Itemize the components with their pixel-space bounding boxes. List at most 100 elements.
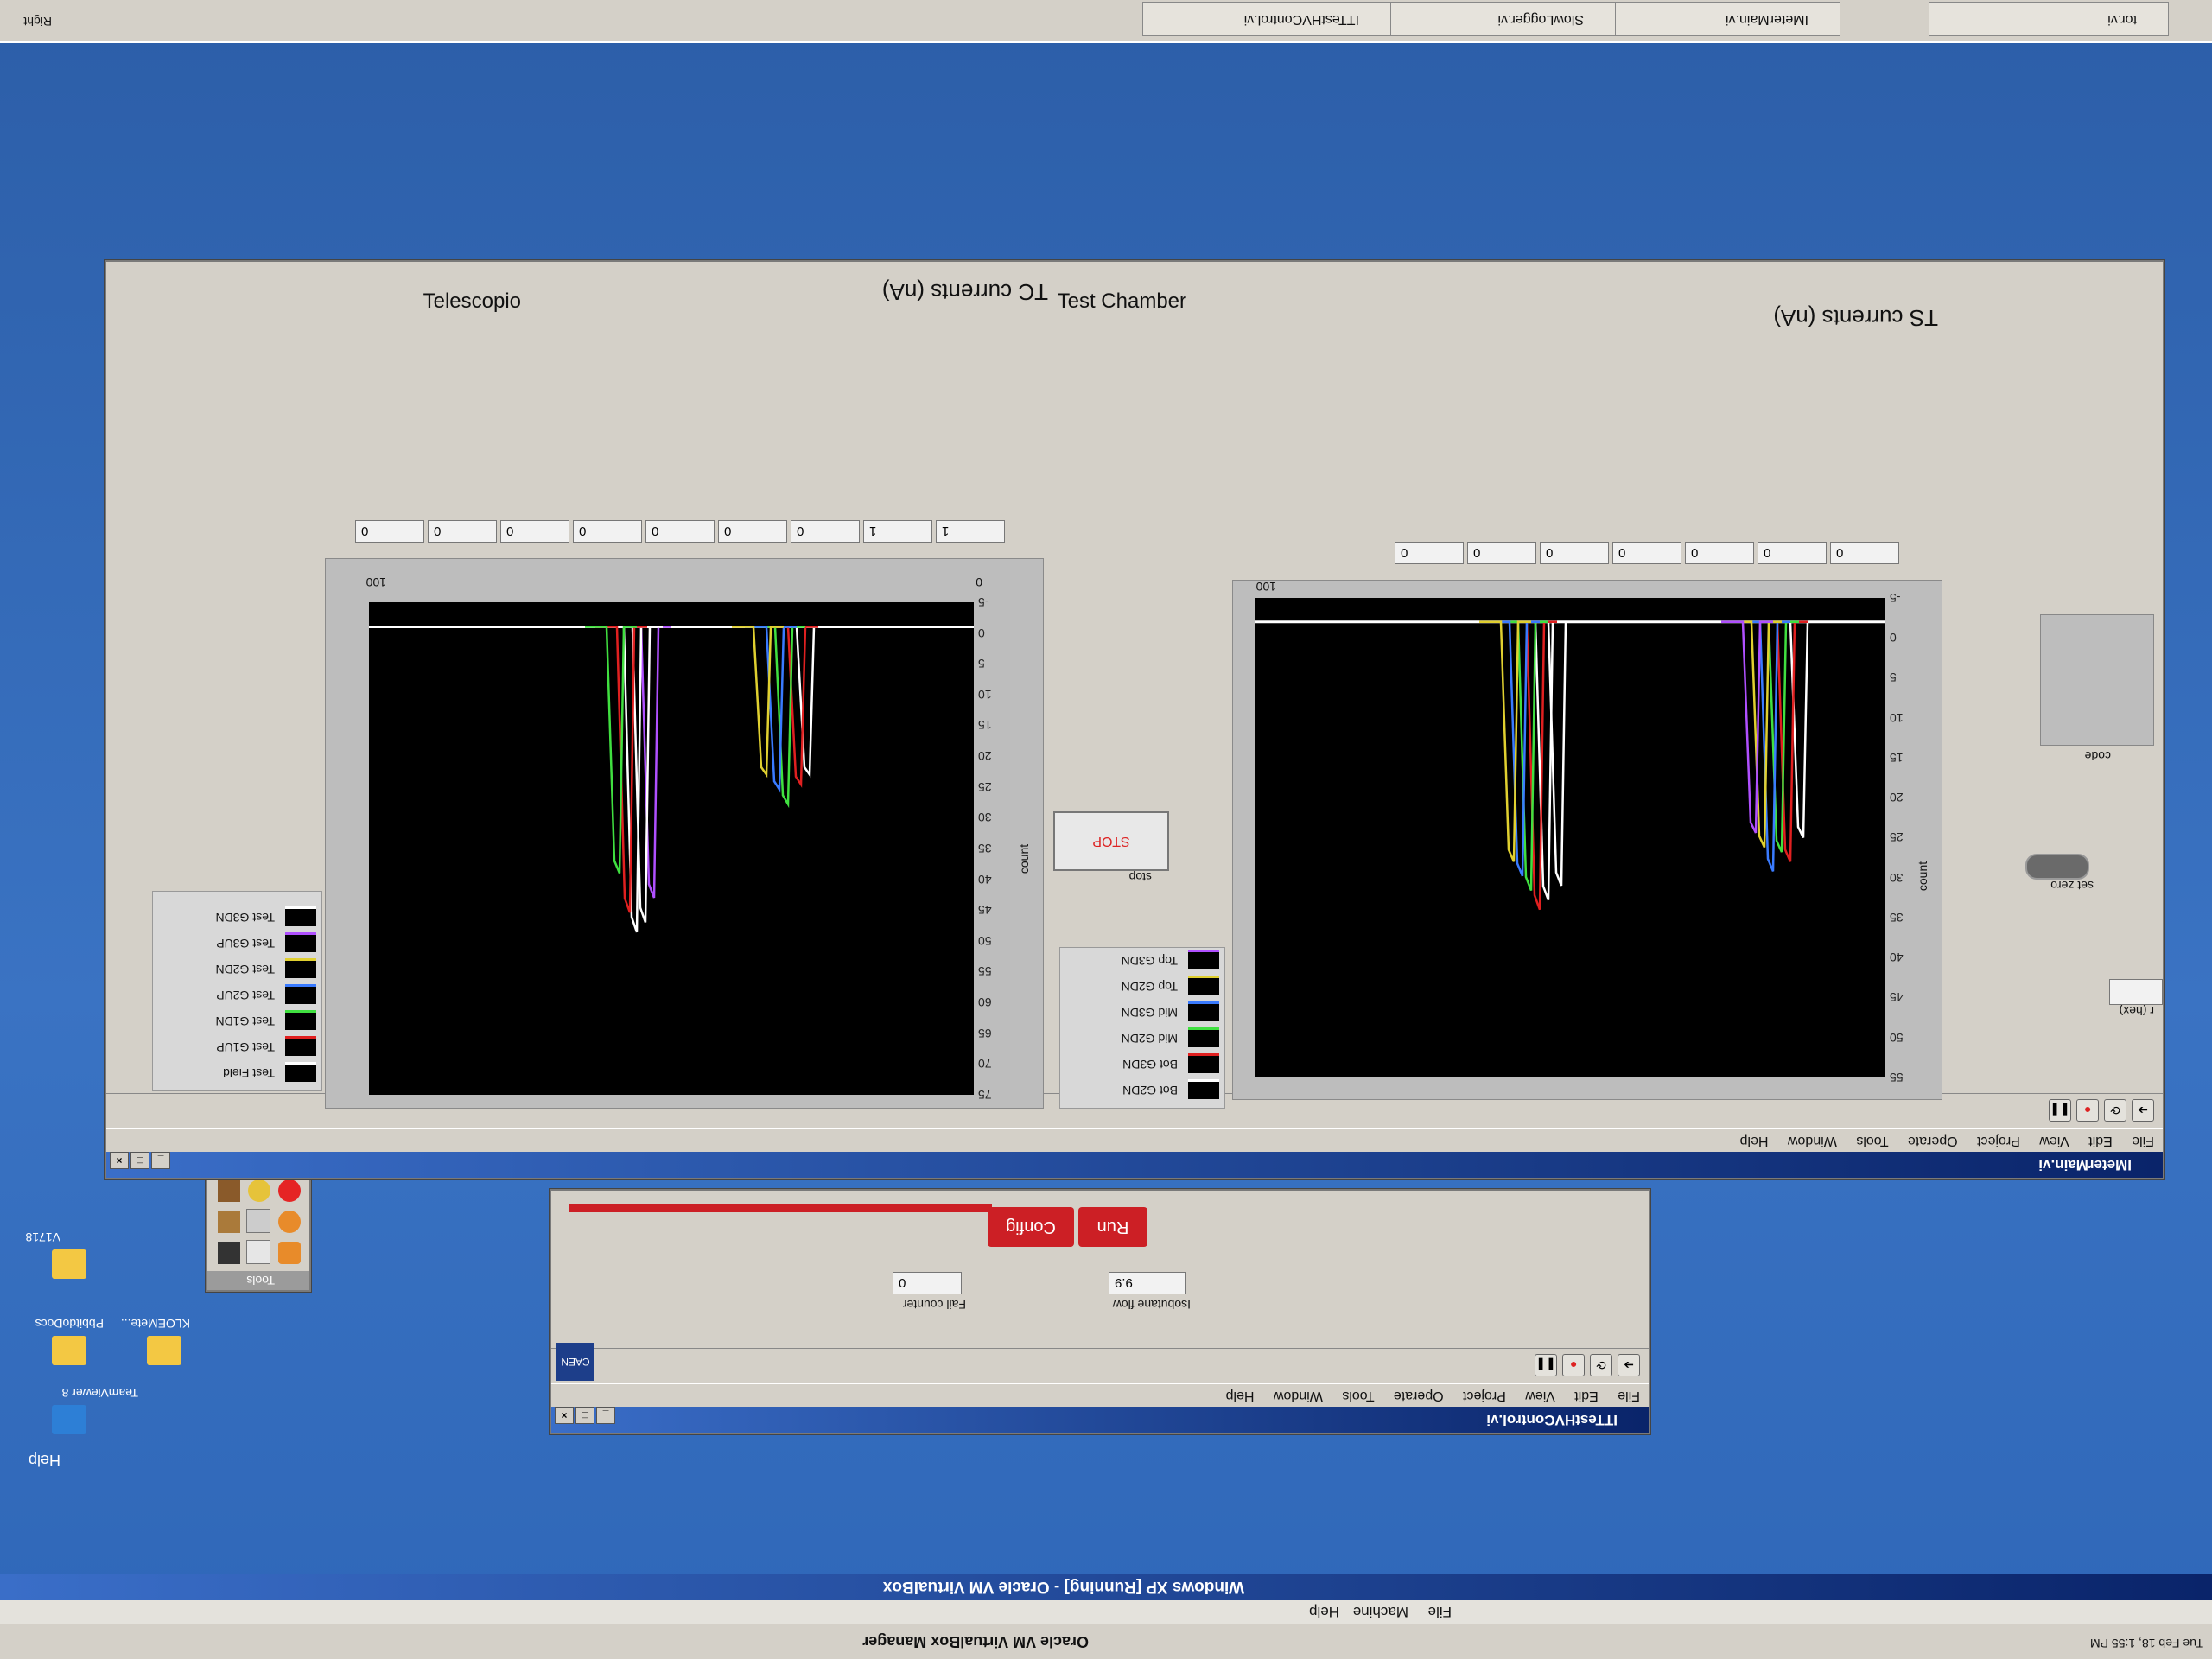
- isobutane-input[interactable]: 9.9: [1109, 1272, 1186, 1294]
- legend-label: Test Field: [223, 1066, 275, 1080]
- maximize-icon[interactable]: □: [575, 1407, 594, 1424]
- hv-menubar: File Edit View Project Operate Tools Win…: [551, 1384, 1649, 1407]
- hv-menu-tools[interactable]: Tools: [1342, 1389, 1374, 1403]
- color-copy-tool-icon[interactable]: [218, 1179, 240, 1202]
- legend-swatch: [1188, 1079, 1219, 1100]
- y-tick-label: 35: [1890, 911, 1904, 925]
- y-tick-label: 15: [1890, 751, 1904, 765]
- config-button[interactable]: Config: [988, 1207, 1074, 1247]
- shortcut-tool-icon[interactable]: [218, 1211, 240, 1233]
- run-button[interactable]: Run: [1078, 1207, 1147, 1247]
- imeter-window-controls[interactable]: _□×: [110, 1148, 172, 1174]
- taskbar-item-hvcontrol[interactable]: ITTestHVControl.vi: [1142, 2, 1391, 36]
- legend-swatch: [1188, 1053, 1219, 1074]
- vbox-menu-help[interactable]: Help: [1309, 1603, 1339, 1620]
- current-value-box: 0: [500, 520, 569, 543]
- current-value-box: 1: [936, 520, 1005, 543]
- abort-icon[interactable]: ●: [2076, 1099, 2099, 1122]
- object-tool-icon[interactable]: [278, 1211, 301, 1233]
- y-tick-label: 40: [978, 872, 992, 887]
- hv-menu-window[interactable]: Window: [1274, 1389, 1323, 1403]
- pause-icon[interactable]: ❚❚: [2049, 1099, 2071, 1122]
- imeter-menu-project[interactable]: Project: [1977, 1134, 2020, 1148]
- teamviewer-icon[interactable]: [52, 1405, 86, 1434]
- fail-counter-label: Fail counter: [902, 1298, 966, 1312]
- legend-item: Test G2UP: [216, 983, 316, 1007]
- minimize-icon[interactable]: _: [596, 1407, 615, 1424]
- text-tool-icon[interactable]: [218, 1242, 240, 1264]
- operate-tool-icon[interactable]: [278, 1242, 301, 1264]
- y-tick-label: 0: [1890, 631, 1897, 645]
- legend-label: Top G2DN: [1121, 980, 1178, 994]
- position-tool-icon[interactable]: [246, 1240, 270, 1264]
- virtualbox-manager-title: Oracle VM VirtualBox Manager: [862, 1633, 1089, 1650]
- imeter-menu-window[interactable]: Window: [1788, 1134, 1837, 1148]
- taskbar-item-imetermain[interactable]: IMeterMain.vi: [1592, 2, 1840, 36]
- hv-menu-help[interactable]: Help: [1226, 1389, 1255, 1403]
- taskbar-item-slowlogger[interactable]: SlowLogger.vi: [1367, 2, 1616, 36]
- set-zero-label: set zero: [2050, 879, 2094, 893]
- imeter-menu-operate[interactable]: Operate: [1908, 1134, 1958, 1148]
- pause-icon[interactable]: ❚❚: [1535, 1354, 1557, 1376]
- run-continuously-icon[interactable]: ⟳: [2104, 1099, 2126, 1122]
- legend-swatch: [285, 932, 316, 953]
- imeter-menu-view[interactable]: View: [2039, 1134, 2069, 1148]
- hv-menu-operate[interactable]: Operate: [1394, 1389, 1444, 1403]
- minimize-icon[interactable]: _: [151, 1152, 170, 1169]
- abort-icon[interactable]: ●: [1562, 1354, 1585, 1376]
- set-zero-button[interactable]: [2025, 854, 2089, 880]
- hv-control-window[interactable]: ITTestHVControl.vi _□× File Edit View Pr…: [550, 1189, 1650, 1434]
- imeter-menu-tools[interactable]: Tools: [1856, 1134, 1888, 1148]
- run-arrow-icon[interactable]: ➔: [1618, 1354, 1640, 1376]
- breakpoint-tool-icon[interactable]: [278, 1179, 301, 1202]
- vbox-menu-file[interactable]: File: [1428, 1603, 1452, 1620]
- hv-menu-view[interactable]: View: [1525, 1389, 1554, 1403]
- hv-menu-file[interactable]: File: [1618, 1389, 1640, 1403]
- ts-xmax: 100: [1255, 580, 1276, 594]
- imeter-menu-file[interactable]: File: [2132, 1134, 2154, 1148]
- legend-swatch: [285, 1036, 316, 1057]
- maximize-icon[interactable]: □: [130, 1152, 149, 1169]
- current-value-box: 0: [1758, 542, 1827, 564]
- hv-window-title: ITTestHVControl.vi: [1486, 1412, 1618, 1428]
- stop-caption: stop: [1128, 870, 1152, 884]
- hv-menu-project[interactable]: Project: [1463, 1389, 1506, 1403]
- y-tick-label: 5: [978, 657, 985, 671]
- run-continuously-icon[interactable]: ⟳: [1590, 1354, 1612, 1376]
- code-control[interactable]: [2040, 614, 2154, 746]
- close-icon[interactable]: ×: [555, 1407, 574, 1424]
- y-tick-label: 10: [978, 687, 992, 702]
- taskbar-item-tor[interactable]: tor.vi: [1929, 2, 2169, 36]
- run-arrow-icon[interactable]: ➔: [2132, 1099, 2154, 1122]
- wiring-tool-icon[interactable]: [246, 1209, 270, 1233]
- imeter-main-window[interactable]: IMeterMain.vi _□× File Edit View Project…: [105, 260, 2164, 1179]
- hex-field[interactable]: [2109, 979, 2163, 1005]
- vbox-menu-machine[interactable]: Machine: [1353, 1603, 1408, 1620]
- y-tick-label: 20: [978, 749, 992, 764]
- imeter-menu-edit[interactable]: Edit: [2088, 1134, 2113, 1148]
- legend-item: Mid G2DN: [1122, 1027, 1219, 1051]
- isobutane-label: Isobutane flow: [1112, 1298, 1191, 1312]
- vm-window-titlebar: Windows XP [Running] - Oracle VM Virtual…: [0, 1574, 2212, 1600]
- current-value-box: 0: [1685, 542, 1754, 564]
- legend-swatch: [285, 1010, 316, 1031]
- legend-item: Bot G3DN: [1122, 1052, 1219, 1077]
- folder-icon[interactable]: [52, 1336, 86, 1365]
- folder-icon[interactable]: [147, 1336, 181, 1365]
- xp-taskbar: tor.vi IMeterMain.vi SlowLogger.vi ITTes…: [0, 0, 2212, 43]
- hv-window-controls[interactable]: _□×: [555, 1403, 617, 1429]
- probe-tool-icon[interactable]: [248, 1179, 270, 1202]
- legend-swatch: [1188, 976, 1219, 996]
- legend-label: Bot G3DN: [1122, 1058, 1178, 1071]
- fail-counter-value: 0: [893, 1272, 962, 1294]
- y-tick-label: 15: [978, 718, 992, 733]
- close-icon[interactable]: ×: [110, 1152, 129, 1169]
- hv-menu-edit[interactable]: Edit: [1574, 1389, 1599, 1403]
- current-value-box: 0: [718, 520, 787, 543]
- stop-button[interactable]: STOP: [1053, 811, 1169, 871]
- legend-item: Test G3UP: [216, 931, 316, 956]
- imeter-menu-help[interactable]: Help: [1740, 1134, 1769, 1148]
- folder-icon[interactable]: [52, 1249, 86, 1279]
- y-tick-label: 55: [978, 964, 992, 979]
- telescopio-title: Telescopio: [423, 289, 521, 313]
